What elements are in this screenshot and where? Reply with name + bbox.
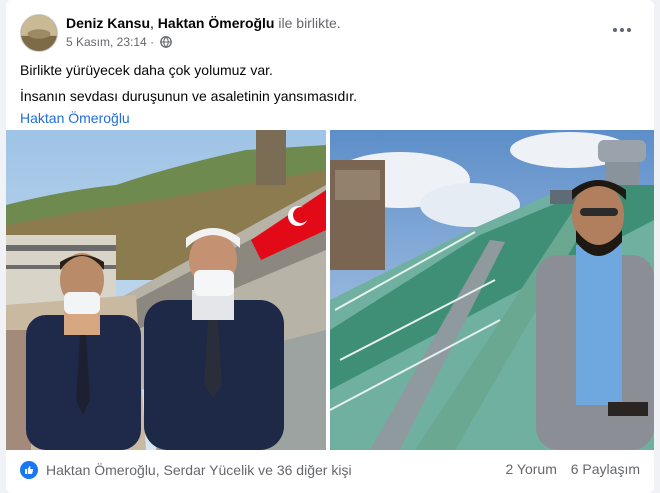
- comments-count[interactable]: 2 Yorum: [505, 461, 556, 477]
- name-separator: ,: [150, 15, 154, 31]
- photo-right[interactable]: [330, 130, 654, 450]
- with-text: ile birlikte.: [278, 15, 341, 31]
- post-line-2: İnsanın sevdası duruşunun ve asaletinin …: [20, 88, 357, 104]
- photo-left[interactable]: [6, 130, 326, 450]
- mention-link[interactable]: Haktan Ömeroğlu: [20, 108, 640, 128]
- more-options-icon[interactable]: [608, 16, 636, 44]
- reaction-summary[interactable]: Haktan Ömeroğlu, Serdar Yücelik ve 36 di…: [20, 461, 352, 479]
- shares-count[interactable]: 6 Paylaşım: [571, 461, 640, 477]
- post-meta: 5 Kasım, 23:14 ·: [66, 34, 173, 52]
- author-name[interactable]: Deniz Kansu: [66, 15, 150, 31]
- like-icon: [20, 461, 38, 479]
- avatar[interactable]: [20, 14, 58, 52]
- post-text: Birlikte yürüyecek daha çok yolumuz var.…: [20, 60, 640, 134]
- meta-dot: ·: [150, 35, 155, 49]
- post-line-1: Birlikte yürüyecek daha çok yolumuz var.: [20, 62, 273, 78]
- post-stats: 2 Yorum 6 Paylaşım: [495, 461, 640, 477]
- post-author-line: Deniz Kansu, Haktan Ömeroğlu ile birlikt…: [66, 14, 341, 32]
- post-card: Deniz Kansu, Haktan Ömeroğlu ile birlikt…: [6, 0, 654, 493]
- tagged-name[interactable]: Haktan Ömeroğlu: [158, 15, 275, 31]
- post-header: Deniz Kansu, Haktan Ömeroğlu ile birlikt…: [20, 12, 640, 54]
- reaction-text: Haktan Ömeroğlu, Serdar Yücelik ve 36 di…: [46, 462, 352, 478]
- globe-icon: [160, 36, 173, 52]
- post-footer: Haktan Ömeroğlu, Serdar Yücelik ve 36 di…: [20, 458, 640, 484]
- photo-grid: [6, 130, 654, 450]
- post-timestamp[interactable]: 5 Kasım, 23:14: [66, 35, 147, 49]
